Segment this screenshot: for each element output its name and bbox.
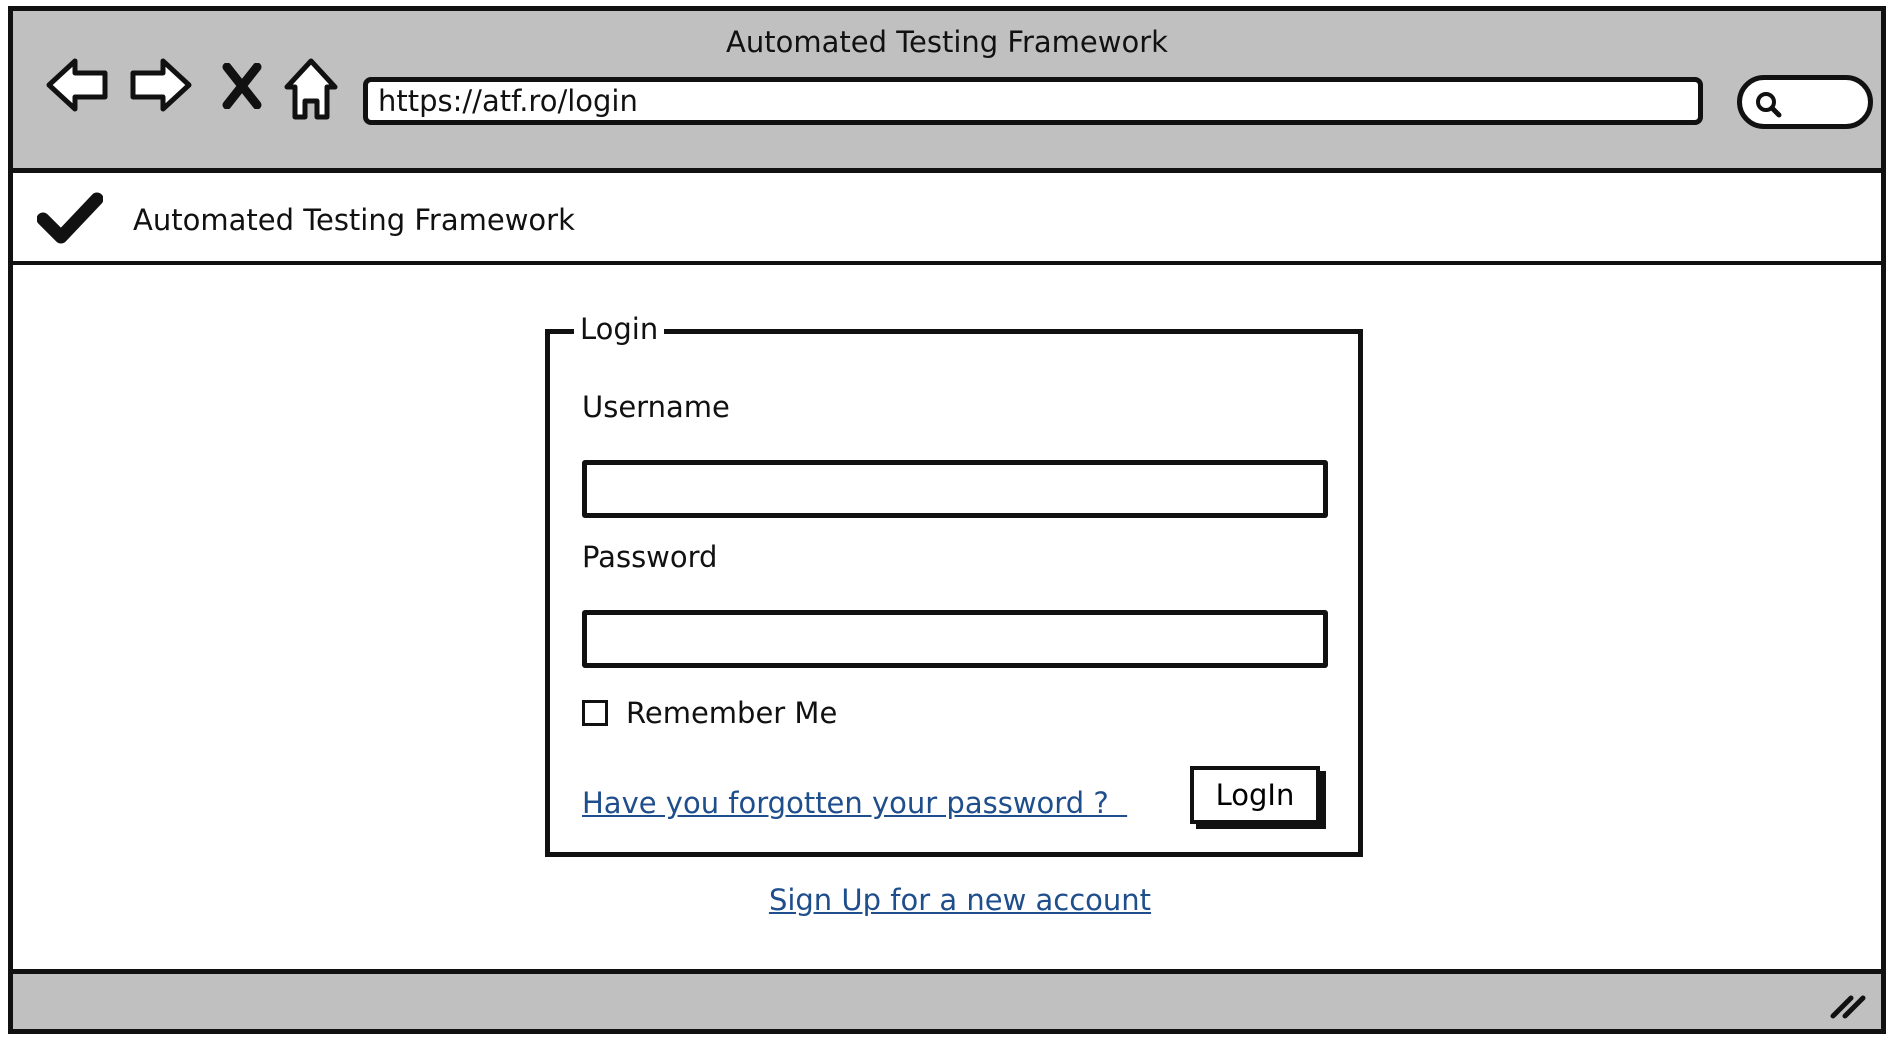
remember-me-option[interactable]: Remember Me xyxy=(582,696,837,730)
remember-me-checkbox[interactable] xyxy=(582,700,608,726)
browser-chrome: Automated Testing Framework https://atf.… xyxy=(13,11,1881,173)
app-title: Automated Testing Framework xyxy=(133,203,575,237)
password-label: Password xyxy=(582,540,718,574)
stop-icon[interactable] xyxy=(221,63,263,109)
forgot-password-link[interactable]: Have you forgotten your password ? xyxy=(582,786,1127,820)
remember-me-label: Remember Me xyxy=(626,696,838,730)
back-arrow-icon[interactable] xyxy=(45,57,111,113)
app-header: Automated Testing Framework xyxy=(13,173,1881,265)
login-button[interactable]: LogIn xyxy=(1190,766,1320,824)
resize-grip-icon[interactable] xyxy=(1829,988,1869,1020)
status-bar xyxy=(13,969,1881,1029)
login-form: Login Username Password Remember Me Have… xyxy=(545,312,1363,857)
browser-window: Automated Testing Framework https://atf.… xyxy=(8,6,1886,1034)
forward-arrow-icon[interactable] xyxy=(127,57,193,113)
checkmark-icon xyxy=(37,192,103,244)
signup-link[interactable]: Sign Up for a new account xyxy=(13,883,1894,917)
username-input[interactable] xyxy=(582,460,1328,518)
username-label: Username xyxy=(582,390,730,424)
address-bar[interactable]: https://atf.ro/login xyxy=(363,77,1703,125)
password-input[interactable] xyxy=(582,610,1328,668)
window-title: Automated Testing Framework xyxy=(726,25,1168,59)
home-icon[interactable] xyxy=(283,57,339,121)
login-legend: Login xyxy=(574,312,665,346)
browser-search-box[interactable] xyxy=(1737,75,1873,129)
search-icon xyxy=(1756,92,1782,118)
